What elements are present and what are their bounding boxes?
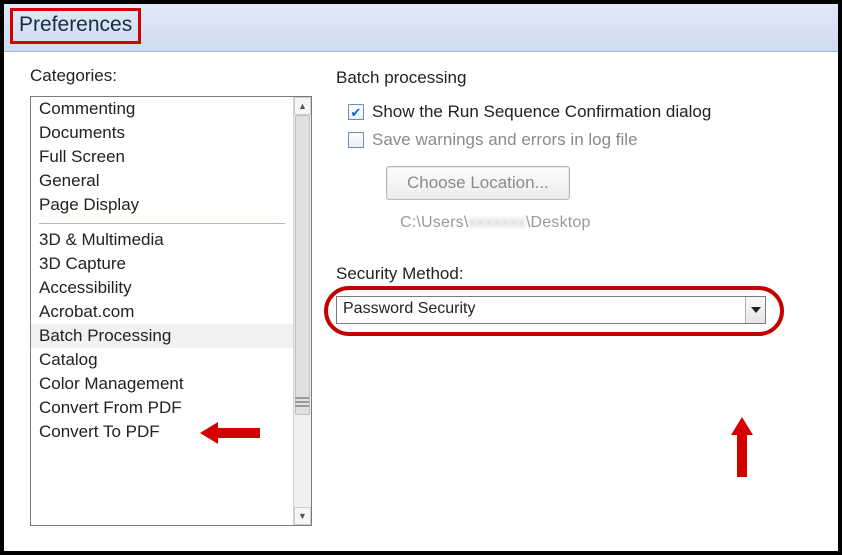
list-item[interactable]: 3D Capture xyxy=(31,252,293,276)
list-item[interactable]: General xyxy=(31,169,293,193)
list-item[interactable]: 3D & Multimedia xyxy=(31,228,293,252)
scroll-down-button[interactable]: ▼ xyxy=(294,507,311,525)
dropdown-button[interactable] xyxy=(745,297,765,323)
path-prefix: C:\Users\ xyxy=(400,214,468,231)
choose-location-button[interactable]: Choose Location... xyxy=(386,166,570,200)
list-item[interactable]: Accessibility xyxy=(31,276,293,300)
categories-listbox[interactable]: CommentingDocumentsFull ScreenGeneralPag… xyxy=(30,96,312,526)
title-highlight-annotation: Preferences xyxy=(10,8,141,44)
list-item[interactable]: Convert From PDF xyxy=(31,396,293,420)
path-suffix: \Desktop xyxy=(526,214,591,231)
scrollbar[interactable]: ▲ ▼ xyxy=(293,97,311,525)
list-divider xyxy=(39,223,285,224)
categories-label: Categories: xyxy=(30,66,312,86)
log-path: C:\Users\xxxxxxx\Desktop xyxy=(400,214,826,232)
window-title: Preferences xyxy=(19,13,132,36)
scroll-thumb[interactable] xyxy=(295,115,310,415)
list-item[interactable]: Page Display xyxy=(31,193,293,217)
titlebar: Preferences xyxy=(4,4,838,52)
list-item[interactable]: Acrobat.com xyxy=(31,300,293,324)
list-item[interactable]: Color Management xyxy=(31,372,293,396)
security-method-dropdown[interactable]: Password Security xyxy=(336,296,766,324)
list-item[interactable]: Documents xyxy=(31,121,293,145)
panel-heading: Batch processing xyxy=(336,68,826,88)
security-method-value: Password Security xyxy=(337,297,745,323)
chevron-down-icon xyxy=(751,307,761,313)
list-item[interactable]: Convert To PDF xyxy=(31,420,293,444)
path-hidden: xxxxxxx xyxy=(468,214,525,232)
checkbox-row-confirmation[interactable]: Show the Run Sequence Confirmation dialo… xyxy=(348,102,826,122)
list-item[interactable]: Catalog xyxy=(31,348,293,372)
scroll-up-button[interactable]: ▲ xyxy=(294,97,311,115)
checkbox-logfile-label: Save warnings and errors in log file xyxy=(372,130,638,150)
list-item[interactable]: Full Screen xyxy=(31,145,293,169)
checkbox-logfile[interactable] xyxy=(348,132,364,148)
checkbox-confirmation[interactable] xyxy=(348,104,364,120)
checkbox-confirmation-label: Show the Run Sequence Confirmation dialo… xyxy=(372,102,711,122)
list-item[interactable]: Commenting xyxy=(31,97,293,121)
list-item[interactable]: Batch Processing xyxy=(31,324,293,348)
security-method-label: Security Method: xyxy=(336,264,826,284)
checkbox-row-logfile[interactable]: Save warnings and errors in log file xyxy=(348,130,826,150)
